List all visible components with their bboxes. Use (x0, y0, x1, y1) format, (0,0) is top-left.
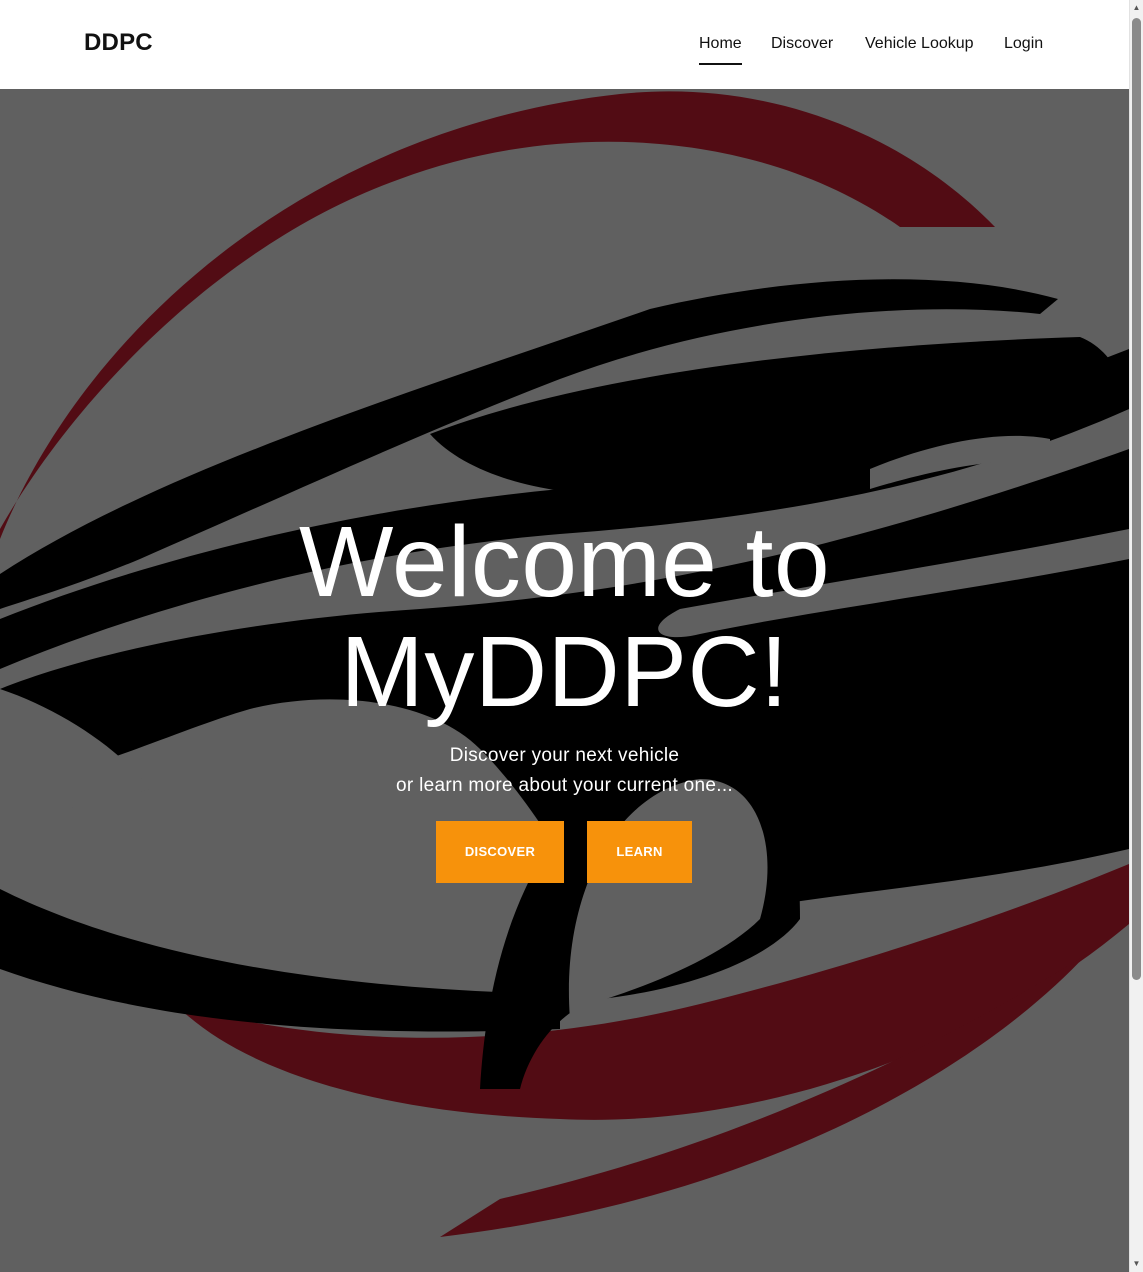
nav-link-login[interactable]: Login (1004, 34, 1043, 54)
hero-title: Welcome to MyDDPC! (0, 507, 1129, 727)
hero-subtitle-line1: Discover your next vehicle (449, 745, 680, 766)
nav-link-home[interactable]: Home (699, 34, 742, 65)
hero-subtitle-line2: or learn more about your current one... (396, 775, 733, 796)
nav-link-vehicle-lookup[interactable]: Vehicle Lookup (865, 34, 974, 54)
discover-button[interactable]: DISCOVER (436, 821, 564, 883)
hero-content: Welcome to MyDDPC! Discover your next ve… (0, 89, 1129, 1272)
vertical-scrollbar[interactable]: ▲ ▼ (1129, 0, 1143, 1272)
nav-menu: Home Discover Vehicle Lookup Login (0, 34, 1129, 74)
learn-button[interactable]: LEARN (587, 821, 692, 883)
hero-title-line1: Welcome to (298, 506, 831, 618)
navbar: DDPC Home Discover Vehicle Lookup Login (0, 0, 1129, 89)
hero-section: Welcome to MyDDPC! Discover your next ve… (0, 89, 1129, 1272)
scrollbar-thumb[interactable] (1132, 18, 1141, 980)
nav-link-discover[interactable]: Discover (771, 34, 833, 54)
scroll-down-arrow-icon[interactable]: ▼ (1132, 1259, 1141, 1269)
hero-title-line2: MyDDPC! (340, 616, 789, 728)
scroll-up-arrow-icon[interactable]: ▲ (1132, 3, 1141, 13)
page: DDPC Home Discover Vehicle Lookup Login (0, 0, 1143, 1272)
